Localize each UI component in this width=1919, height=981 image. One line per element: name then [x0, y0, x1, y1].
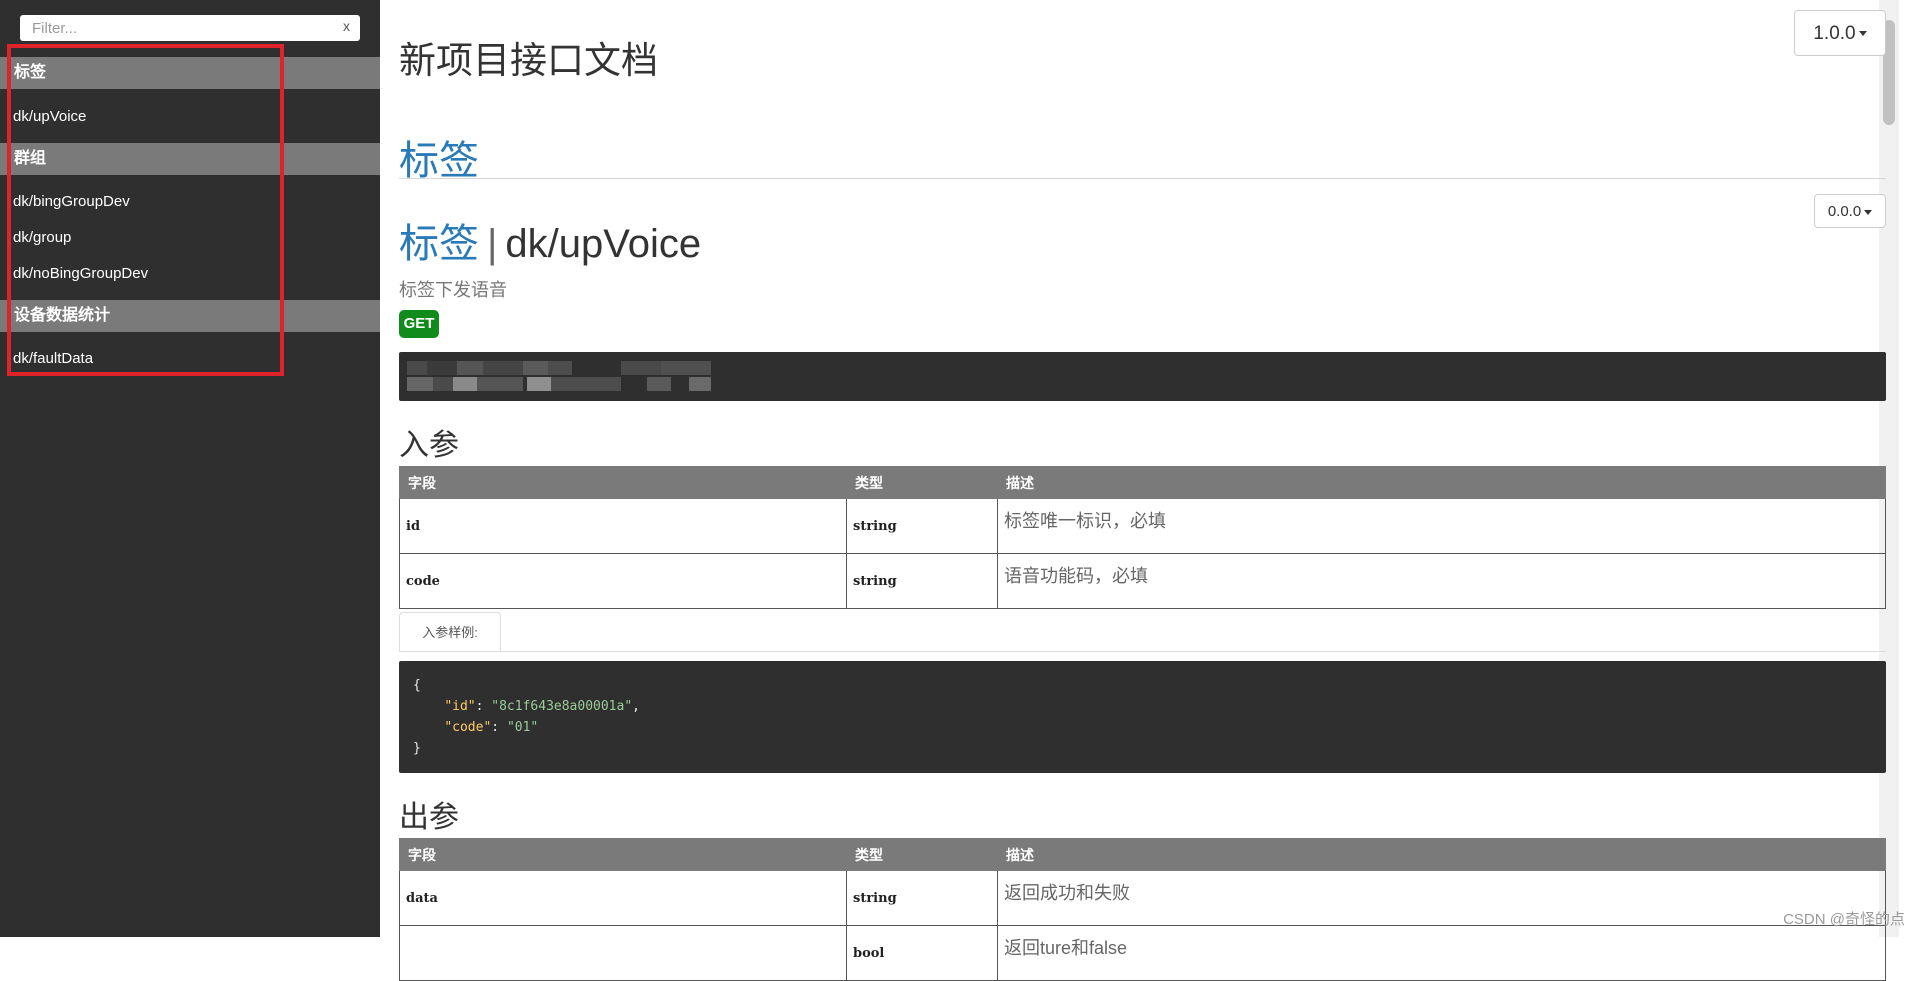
method-badge: GET	[399, 310, 439, 338]
api-description: 标签下发语音	[399, 280, 507, 300]
code-value: "8c1f643e8a00001a"	[491, 699, 633, 714]
input-params-title: 入参	[399, 429, 459, 462]
type-cell: bool	[846, 925, 998, 981]
table-row: id string 标签唯一标识，必填	[399, 498, 1886, 554]
table-row: data string 返回成功和失败	[399, 870, 1886, 926]
section-divider	[399, 178, 1886, 179]
column-header: 字段	[399, 838, 847, 871]
desc-cell: 语音功能码，必填	[997, 553, 1886, 609]
code-value: "01"	[506, 720, 539, 735]
code-brace-close: }	[413, 741, 421, 756]
field-cell	[399, 925, 847, 981]
filter-clear-button[interactable]: x	[343, 18, 350, 34]
column-header: 描述	[997, 466, 1886, 499]
tab-divider	[399, 651, 1886, 652]
code-block: { "id": "8c1f643e8a00001a", "code": "01"…	[399, 661, 1886, 773]
url-block-redacted	[399, 352, 1886, 401]
field-cell: code	[399, 553, 847, 609]
api-category: 标签	[399, 222, 479, 266]
output-params-title: 出参	[399, 801, 459, 834]
type-cell: string	[846, 498, 998, 554]
api-name: dk/upVoice	[505, 222, 702, 266]
filter-input[interactable]	[20, 15, 320, 41]
column-header: 类型	[846, 838, 998, 871]
api-title: 标签 | dk/upVoice	[399, 211, 701, 269]
code-key: "code"	[444, 720, 492, 735]
code-brace-open: {	[413, 678, 421, 693]
nav-item-faultdata[interactable]: dk/faultData	[13, 350, 93, 367]
filter-box: x	[20, 15, 360, 41]
nav-item-binggroupdev[interactable]: dk/bingGroupDev	[13, 193, 130, 210]
api-title-separator: |	[487, 222, 498, 266]
tab-input-example[interactable]: 入参样例:	[399, 612, 501, 652]
desc-cell: 返回成功和失败	[997, 870, 1886, 926]
desc-cell: 标签唯一标识，必填	[997, 498, 1886, 554]
caret-down-icon	[1858, 31, 1867, 37]
nav-group-tag: 标签	[0, 57, 380, 89]
input-params-table: 字段 类型 描述 id string 标签唯一标识，必填 code string…	[399, 466, 1886, 609]
api-version-dropdown[interactable]: 0.0.0	[1814, 194, 1886, 228]
field-cell: data	[399, 870, 847, 926]
nav-group-device-stats: 设备数据统计	[0, 300, 380, 332]
nav-item-group[interactable]: dk/group	[13, 229, 71, 246]
watermark: CSDN @奇怪的点	[1783, 911, 1905, 928]
column-header: 字段	[399, 466, 847, 499]
page-title: 新项目接口文档	[399, 40, 658, 81]
field-cell: id	[399, 498, 847, 554]
type-cell: string	[846, 553, 998, 609]
table-row: bool 返回ture和false	[399, 925, 1886, 981]
type-cell: string	[846, 870, 998, 926]
nav-item-upvoice[interactable]: dk/upVoice	[13, 108, 86, 125]
version-dropdown[interactable]: 1.0.0	[1794, 10, 1886, 56]
output-params-table: 字段 类型 描述 data string 返回成功和失败 bool 返回ture…	[399, 838, 1886, 981]
nav-item-nobinggroupdev[interactable]: dk/noBingGroupDev	[13, 265, 148, 282]
nav-group-group: 群组	[0, 143, 380, 175]
column-header: 类型	[846, 466, 998, 499]
sidebar: x 标签 dk/upVoice 群组 dk/bingGroupDev dk/gr…	[0, 0, 380, 937]
caret-down-icon	[1864, 209, 1873, 215]
desc-cell: 返回ture和false	[997, 925, 1886, 981]
version-label: 1.0.0	[1813, 23, 1856, 44]
api-version-label: 0.0.0	[1827, 203, 1862, 220]
column-header: 描述	[997, 838, 1886, 871]
table-row: code string 语音功能码，必填	[399, 553, 1886, 609]
code-key: "id"	[444, 699, 476, 714]
